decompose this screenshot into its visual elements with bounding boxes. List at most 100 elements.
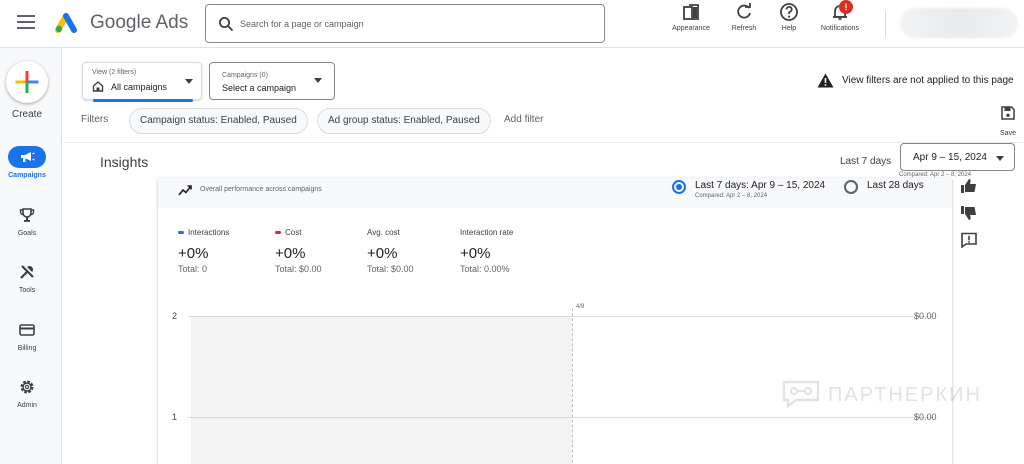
trophy-icon xyxy=(19,208,35,222)
view-selector[interactable]: View (2 filters) All campaigns xyxy=(82,62,202,102)
series-color-swatch xyxy=(275,231,281,234)
filter-chip-campaign-status[interactable]: Campaign status: Enabled, Paused xyxy=(129,108,308,134)
performance-card-header: Overall performance across campaigns Las… xyxy=(158,178,952,208)
nav-item-billing[interactable]: Billing xyxy=(0,319,54,352)
y-axis-right-tick: $0.00 xyxy=(914,311,937,321)
date-range-value: Apr 9 – 15, 2024 xyxy=(913,152,987,163)
view-selector-value: All campaigns xyxy=(111,82,168,92)
nav-label-tools: Tools xyxy=(18,287,36,294)
metric-name: Interactions xyxy=(188,228,230,237)
chevron-down-icon xyxy=(996,156,1004,161)
brand-name: Google Ads xyxy=(90,12,189,33)
radio-last-7-days[interactable] xyxy=(672,180,686,194)
metric-change: +0% xyxy=(178,245,209,262)
metric-name: Interaction rate xyxy=(460,228,514,237)
y-axis-left-tick: 1 xyxy=(172,412,178,422)
chevron-down-icon xyxy=(185,79,193,84)
search-icon xyxy=(219,17,234,32)
floppy-disk-icon xyxy=(1001,106,1015,120)
appearance-label: Appearance xyxy=(672,25,710,32)
metric-total: Total: $0.00 xyxy=(275,264,322,274)
hamburger-menu-icon[interactable] xyxy=(17,15,35,29)
megaphone-icon xyxy=(21,152,35,162)
insights-title: Insights xyxy=(100,154,149,170)
radio-last-28-days[interactable] xyxy=(844,180,858,194)
filters-warning-text: View filters are not applied to this pag… xyxy=(842,75,1014,86)
nav-label-admin: Admin xyxy=(17,402,37,409)
nav-label-campaigns: Campaigns xyxy=(8,172,46,179)
metric-interactions[interactable]: Interactions +0% Total: 0 xyxy=(178,228,268,274)
metric-cost[interactable]: Cost +0% Total: $0.00 xyxy=(275,228,365,274)
metric-change: +0% xyxy=(460,245,491,262)
watermark-logo-icon xyxy=(782,380,820,408)
series-color-swatch xyxy=(178,231,184,234)
side-navigation: Create Campaigns Goals Tools Billing Adm… xyxy=(0,48,62,464)
date-range-picker[interactable]: Apr 9 – 15, 2024 xyxy=(900,143,1015,171)
filter-chip-ad-group-status[interactable]: Ad group status: Enabled, Paused xyxy=(317,108,491,134)
warning-icon xyxy=(817,73,834,88)
chart-gridline xyxy=(188,316,933,317)
google-ads-app: Google Ads Appearance Refresh xyxy=(0,0,1024,464)
notifications-label: Notifications xyxy=(820,25,860,32)
feedback-icon[interactable] xyxy=(960,232,978,248)
date-range-label: Last 7 days xyxy=(840,156,892,167)
appearance-button[interactable]: Appearance xyxy=(670,2,712,42)
top-header: Google Ads Appearance Refresh xyxy=(0,0,1024,48)
nav-label-billing: Billing xyxy=(17,345,37,352)
metric-name: Avg. cost xyxy=(367,228,400,237)
plus-icon xyxy=(15,71,39,93)
chart-plot-area xyxy=(191,316,572,464)
header-divider xyxy=(885,10,886,38)
chart-date-tick: 4/9 xyxy=(576,304,585,310)
metric-avg-cost[interactable]: Avg. cost +0% Total: $0.00 xyxy=(367,228,457,274)
card-subtitle: Overall performance across campaigns xyxy=(200,186,322,193)
help-icon xyxy=(780,3,798,21)
search-box[interactable] xyxy=(205,4,605,43)
google-ads-logo-icon xyxy=(55,13,77,33)
y-axis-right-tick: $0.00 xyxy=(914,412,937,422)
nav-label-goals: Goals xyxy=(17,230,37,237)
chevron-down-icon xyxy=(314,78,322,83)
thumbs-up-icon[interactable] xyxy=(960,178,978,194)
nav-item-campaigns[interactable]: Campaigns xyxy=(0,146,54,179)
metric-name: Cost xyxy=(285,228,302,237)
nav-item-admin[interactable]: Admin xyxy=(0,376,54,409)
nav-item-tools[interactable]: Tools xyxy=(0,261,54,294)
account-area-blurred[interactable] xyxy=(900,8,1018,38)
metric-change: +0% xyxy=(367,245,398,262)
performance-card: Overall performance across campaigns Las… xyxy=(158,178,952,464)
tools-icon xyxy=(20,265,34,279)
search-input[interactable] xyxy=(240,14,590,34)
y-axis-left-tick: 2 xyxy=(172,311,178,321)
help-button[interactable]: Help xyxy=(776,2,802,42)
save-button[interactable]: Save xyxy=(996,106,1020,137)
home-icon xyxy=(92,81,104,92)
notifications-button[interactable]: ! Notifications xyxy=(816,0,864,42)
credit-card-icon xyxy=(19,324,35,336)
refresh-icon xyxy=(737,3,751,19)
metric-change: +0% xyxy=(275,245,306,262)
create-button[interactable] xyxy=(6,61,48,103)
thumbs-down-icon[interactable] xyxy=(960,205,978,221)
create-label: Create xyxy=(11,109,42,120)
filters-label: Filters xyxy=(81,114,109,125)
metric-total: Total: $0.00 xyxy=(367,264,414,274)
chart-date-marker xyxy=(572,308,573,464)
appearance-icon xyxy=(683,4,699,20)
notification-badge: ! xyxy=(839,0,853,14)
gear-icon xyxy=(20,380,34,394)
chart-gridline xyxy=(188,417,933,418)
nav-item-goals[interactable]: Goals xyxy=(0,204,54,237)
campaign-selector-caption: Campaigns (0) xyxy=(222,72,268,79)
section-divider xyxy=(63,142,1024,143)
help-label: Help xyxy=(781,25,797,32)
campaign-selector[interactable]: Campaigns (0) Select a campaign xyxy=(209,62,335,100)
metric-interaction-rate[interactable]: Interaction rate +0% Total: 0.00% xyxy=(460,228,550,274)
save-label: Save xyxy=(1000,130,1016,137)
radio-sub-last-7-days: Compared: Apr 2 – 8, 2024 xyxy=(695,193,768,199)
radio-label-last-28-days: Last 28 days xyxy=(867,180,924,191)
refresh-button[interactable]: Refresh xyxy=(728,2,760,42)
metric-total: Total: 0 xyxy=(178,264,208,274)
add-filter-button[interactable]: Add filter xyxy=(504,114,543,125)
view-selector-caption: View (2 filters) xyxy=(92,69,137,76)
